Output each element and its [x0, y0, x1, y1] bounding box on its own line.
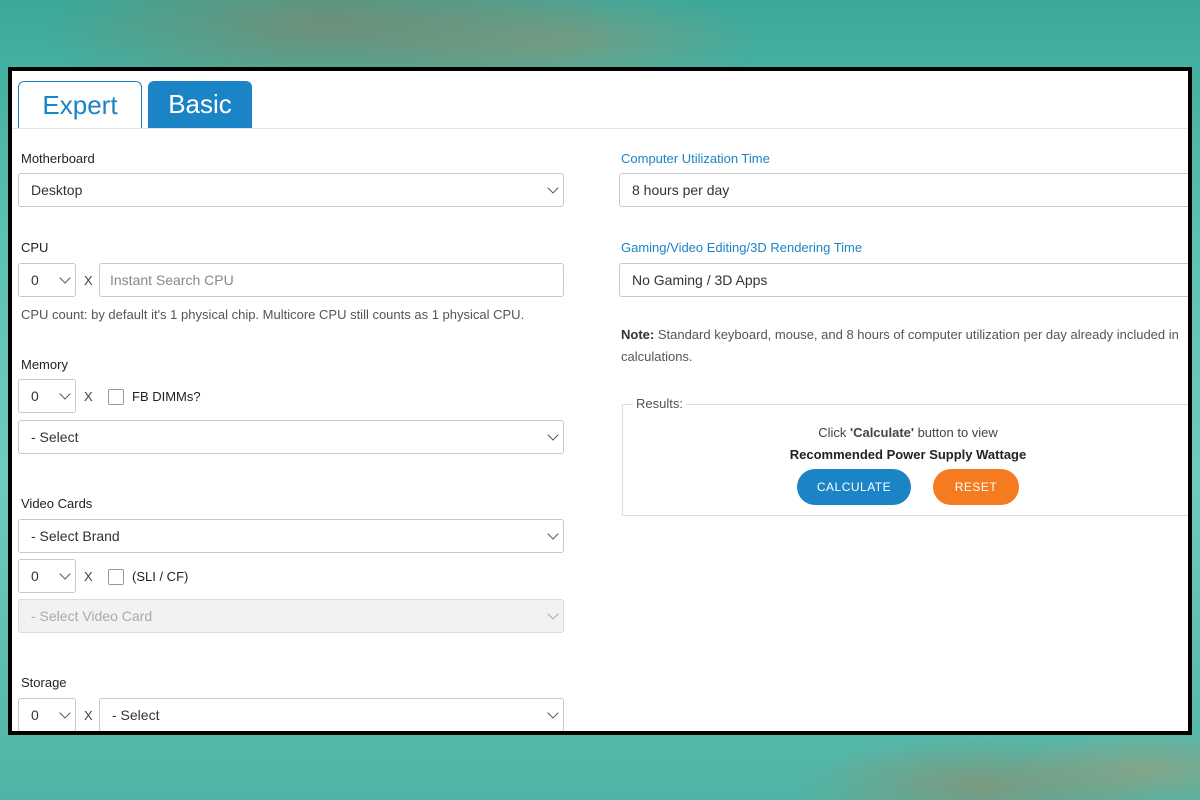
chevron-down-icon: [547, 182, 559, 194]
gaming-label: Gaming/Video Editing/3D Rendering Time: [621, 240, 863, 255]
memory-count-value: 0: [31, 388, 39, 404]
motherboard-value: Desktop: [31, 182, 83, 198]
video-cards-label: Video Cards: [21, 496, 93, 511]
motherboard-select[interactable]: Desktop: [18, 173, 564, 207]
chevron-down-icon: [59, 272, 71, 284]
video-count-value: 0: [31, 568, 39, 584]
memory-type-value: - Select: [31, 429, 79, 445]
storage-label: Storage: [21, 675, 67, 690]
memory-multiplier: X: [84, 389, 93, 404]
chevron-down-icon: [547, 429, 559, 441]
cpu-count-select[interactable]: 0: [18, 263, 76, 297]
results-subtitle: Recommended Power Supply Wattage: [789, 447, 1027, 462]
sli-cf-checkbox[interactable]: [108, 569, 124, 585]
cpu-search-input[interactable]: Instant Search CPU: [99, 263, 564, 297]
utilization-label: Computer Utilization Time: [621, 151, 770, 166]
calculation-note: Note: Standard keyboard, mouse, and 8 ho…: [621, 324, 1181, 368]
memory-type-select[interactable]: - Select: [18, 420, 564, 454]
video-card-select[interactable]: - Select Video Card: [18, 599, 564, 633]
mode-tabs: Expert Basic: [18, 81, 252, 129]
tab-divider: [12, 128, 1188, 129]
memory-label: Memory: [21, 357, 68, 372]
video-card-value: - Select Video Card: [31, 608, 153, 624]
note-bold: Note:: [621, 327, 655, 342]
chevron-down-icon: [547, 707, 559, 719]
storage-type-value: - Select: [112, 707, 160, 723]
chevron-down-icon: [59, 568, 71, 580]
gaming-value: No Gaming / 3D Apps: [632, 272, 768, 288]
cpu-search-placeholder: Instant Search CPU: [110, 272, 234, 288]
results-panel: Results: Click 'Calculate' button to vie…: [622, 396, 1188, 516]
video-brand-value: - Select Brand: [31, 528, 120, 544]
storage-multiplier: X: [84, 708, 93, 723]
results-legend: Results:: [633, 396, 686, 411]
memory-count-select[interactable]: 0: [18, 379, 76, 413]
video-brand-select[interactable]: - Select Brand: [18, 519, 564, 553]
utilization-select[interactable]: 8 hours per day: [619, 173, 1188, 207]
video-multiplier: X: [84, 569, 93, 584]
storage-type-select[interactable]: - Select: [99, 698, 564, 731]
calculator-window: Expert Basic Motherboard Desktop CPU 0 X…: [8, 67, 1192, 735]
sli-cf-label: (SLI / CF): [132, 569, 189, 584]
chevron-down-icon: [547, 528, 559, 540]
cpu-label: CPU: [21, 240, 49, 255]
video-count-select[interactable]: 0: [18, 559, 76, 593]
results-instruction: Click 'Calculate' button to view: [818, 425, 998, 440]
chevron-down-icon: [59, 707, 71, 719]
fb-dimms-label: FB DIMMs?: [132, 389, 201, 404]
chevron-down-icon: [547, 608, 559, 620]
gaming-select[interactable]: No Gaming / 3D Apps: [619, 263, 1188, 297]
calculate-button[interactable]: CALCULATE: [797, 469, 911, 505]
reset-button[interactable]: RESET: [933, 469, 1019, 505]
motherboard-label: Motherboard: [21, 151, 95, 166]
storage-count-value: 0: [31, 707, 39, 723]
cpu-multiplier: X: [84, 273, 93, 288]
tab-expert[interactable]: Expert: [18, 81, 142, 128]
storage-count-select[interactable]: 0: [18, 698, 76, 731]
cpu-help-text: CPU count: by default it's 1 physical ch…: [21, 307, 525, 322]
tab-basic[interactable]: Basic: [148, 81, 252, 128]
fb-dimms-checkbox[interactable]: [108, 389, 124, 405]
cpu-count-value: 0: [31, 272, 39, 288]
utilization-value: 8 hours per day: [632, 182, 730, 198]
note-text: Standard keyboard, mouse, and 8 hours of…: [621, 327, 1179, 364]
chevron-down-icon: [59, 388, 71, 400]
